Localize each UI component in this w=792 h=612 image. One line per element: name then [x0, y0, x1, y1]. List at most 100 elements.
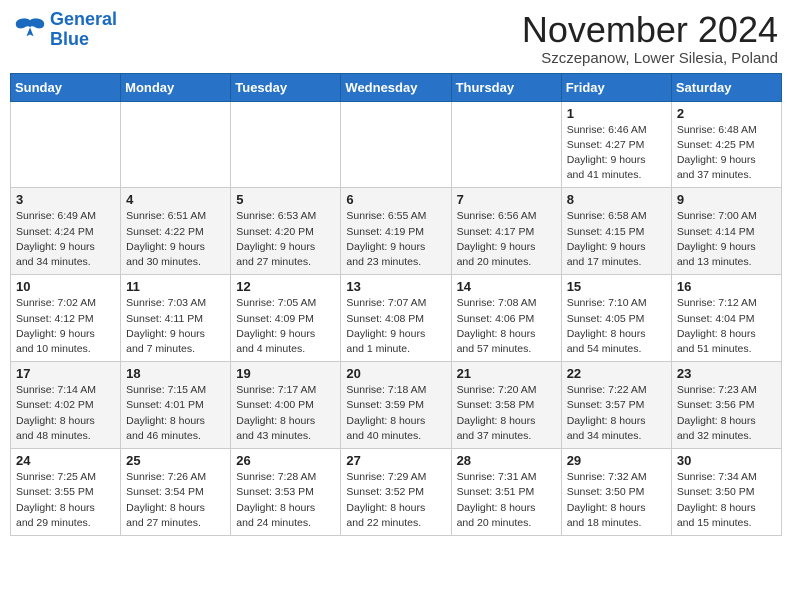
day-cell: 18 Sunrise: 7:15 AMSunset: 4:01 PMDayligh…	[121, 362, 231, 449]
day-info: Sunrise: 7:28 AMSunset: 3:53 PMDaylight:…	[236, 470, 335, 531]
page-header: General Blue November 2024 Szczepanow, L…	[10, 10, 782, 67]
day-cell: 16Sunrise: 7:12 AMSunset: 4:04 PMDayligh…	[671, 275, 781, 362]
day-number: 26	[236, 453, 335, 468]
day-info: Sunrise: 7:23 AMSunset: 3:56 PMDaylight:…	[677, 383, 776, 444]
day-number: 18	[126, 366, 225, 381]
day-cell: 9Sunrise: 7:00 AMSunset: 4:14 PMDaylight…	[671, 188, 781, 275]
day-number: 21	[457, 366, 556, 381]
day-number: 23	[677, 366, 776, 381]
month-title: November 2024	[522, 10, 778, 50]
day-number: 22	[567, 366, 666, 381]
day-number: 10	[16, 279, 115, 294]
day-cell: 23 Sunrise: 7:23 AMSunset: 3:56 PMDayligh…	[671, 362, 781, 449]
day-number: 19	[236, 366, 335, 381]
day-info: Sunrise: 7:29 AMSunset: 3:52 PMDaylight:…	[346, 470, 445, 531]
logo-text: General Blue	[50, 10, 117, 50]
calendar-table: SundayMondayTuesdayWednesdayThursdayFrid…	[10, 73, 782, 536]
day-cell: 5 Sunrise: 6:53 AMSunset: 4:20 PMDaylight…	[231, 188, 341, 275]
day-cell: 17Sunrise: 7:14 AMSunset: 4:02 PMDayligh…	[11, 362, 121, 449]
day-number: 4	[126, 192, 225, 207]
day-info: Sunrise: 7:08 AMSunset: 4:06 PMDaylight:…	[457, 296, 556, 357]
day-info: Sunrise: 7:15 AMSunset: 4:01 PMDaylight:…	[126, 383, 225, 444]
day-info: Sunrise: 6:46 AMSunset: 4:27 PMDaylight:…	[567, 123, 666, 184]
day-cell: 7 Sunrise: 6:56 AMSunset: 4:17 PMDaylight…	[451, 188, 561, 275]
day-number: 27	[346, 453, 445, 468]
day-info: Sunrise: 7:14 AMSunset: 4:02 PMDaylight:…	[16, 383, 115, 444]
day-info: Sunrise: 7:12 AMSunset: 4:04 PMDaylight:…	[677, 296, 776, 357]
day-info: Sunrise: 7:22 AMSunset: 3:57 PMDaylight:…	[567, 383, 666, 444]
day-cell	[11, 101, 121, 188]
week-row-5: 24Sunrise: 7:25 AMSunset: 3:55 PMDayligh…	[11, 449, 782, 536]
day-info: Sunrise: 7:34 AMSunset: 3:50 PMDaylight:…	[677, 470, 776, 531]
weekday-header-wednesday: Wednesday	[341, 73, 451, 101]
day-cell: 4 Sunrise: 6:51 AMSunset: 4:22 PMDaylight…	[121, 188, 231, 275]
week-row-3: 10 Sunrise: 7:02 AMSunset: 4:12 PMDayligh…	[11, 275, 782, 362]
day-cell: 19 Sunrise: 7:17 AMSunset: 4:00 PMDayligh…	[231, 362, 341, 449]
week-row-1: 1 Sunrise: 6:46 AMSunset: 4:27 PMDaylight…	[11, 101, 782, 188]
weekday-header-monday: Monday	[121, 73, 231, 101]
day-info: Sunrise: 6:58 AMSunset: 4:15 PMDaylight:…	[567, 209, 666, 270]
day-info: Sunrise: 7:03 AMSunset: 4:11 PMDaylight:…	[126, 296, 225, 357]
day-number: 13	[346, 279, 445, 294]
day-cell: 11Sunrise: 7:03 AMSunset: 4:11 PMDayligh…	[121, 275, 231, 362]
day-cell: 8 Sunrise: 6:58 AMSunset: 4:15 PMDaylight…	[561, 188, 671, 275]
day-cell: 1 Sunrise: 6:46 AMSunset: 4:27 PMDaylight…	[561, 101, 671, 188]
day-cell: 22 Sunrise: 7:22 AMSunset: 3:57 PMDayligh…	[561, 362, 671, 449]
day-number: 20	[346, 366, 445, 381]
day-cell: 14Sunrise: 7:08 AMSunset: 4:06 PMDayligh…	[451, 275, 561, 362]
weekday-header-thursday: Thursday	[451, 73, 561, 101]
day-info: Sunrise: 6:48 AMSunset: 4:25 PMDaylight:…	[677, 123, 776, 184]
day-info: Sunrise: 7:02 AMSunset: 4:12 PMDaylight:…	[16, 296, 115, 357]
weekday-header-sunday: Sunday	[11, 73, 121, 101]
weekday-header-tuesday: Tuesday	[231, 73, 341, 101]
day-number: 5	[236, 192, 335, 207]
day-cell	[231, 101, 341, 188]
day-info: Sunrise: 6:53 AMSunset: 4:20 PMDaylight:…	[236, 209, 335, 270]
day-cell: 26 Sunrise: 7:28 AMSunset: 3:53 PMDayligh…	[231, 449, 341, 536]
title-block: November 2024 Szczepanow, Lower Silesia,…	[522, 10, 778, 67]
day-cell: 10 Sunrise: 7:02 AMSunset: 4:12 PMDayligh…	[11, 275, 121, 362]
day-number: 2	[677, 106, 776, 121]
day-cell: 27 Sunrise: 7:29 AMSunset: 3:52 PMDayligh…	[341, 449, 451, 536]
day-cell: 2 Sunrise: 6:48 AMSunset: 4:25 PMDaylight…	[671, 101, 781, 188]
day-cell	[121, 101, 231, 188]
week-row-4: 17Sunrise: 7:14 AMSunset: 4:02 PMDayligh…	[11, 362, 782, 449]
day-cell: 21Sunrise: 7:20 AMSunset: 3:58 PMDayligh…	[451, 362, 561, 449]
day-cell: 6 Sunrise: 6:55 AMSunset: 4:19 PMDaylight…	[341, 188, 451, 275]
day-info: Sunrise: 6:56 AMSunset: 4:17 PMDaylight:…	[457, 209, 556, 270]
day-cell: 25Sunrise: 7:26 AMSunset: 3:54 PMDayligh…	[121, 449, 231, 536]
day-info: Sunrise: 7:07 AMSunset: 4:08 PMDaylight:…	[346, 296, 445, 357]
day-info: Sunrise: 7:00 AMSunset: 4:14 PMDaylight:…	[677, 209, 776, 270]
day-number: 7	[457, 192, 556, 207]
logo: General Blue	[14, 10, 117, 50]
logo-icon	[14, 16, 46, 44]
day-info: Sunrise: 6:55 AMSunset: 4:19 PMDaylight:…	[346, 209, 445, 270]
day-info: Sunrise: 7:05 AMSunset: 4:09 PMDaylight:…	[236, 296, 335, 357]
day-number: 6	[346, 192, 445, 207]
day-cell	[451, 101, 561, 188]
day-info: Sunrise: 7:26 AMSunset: 3:54 PMDaylight:…	[126, 470, 225, 531]
day-number: 15	[567, 279, 666, 294]
day-info: Sunrise: 7:17 AMSunset: 4:00 PMDaylight:…	[236, 383, 335, 444]
day-cell: 13 Sunrise: 7:07 AMSunset: 4:08 PMDayligh…	[341, 275, 451, 362]
day-number: 3	[16, 192, 115, 207]
weekday-header-friday: Friday	[561, 73, 671, 101]
day-info: Sunrise: 7:25 AMSunset: 3:55 PMDaylight:…	[16, 470, 115, 531]
day-cell: 20Sunrise: 7:18 AMSunset: 3:59 PMDayligh…	[341, 362, 451, 449]
day-number: 8	[567, 192, 666, 207]
day-number: 29	[567, 453, 666, 468]
day-cell: 15Sunrise: 7:10 AMSunset: 4:05 PMDayligh…	[561, 275, 671, 362]
day-cell: 24Sunrise: 7:25 AMSunset: 3:55 PMDayligh…	[11, 449, 121, 536]
week-row-2: 3 Sunrise: 6:49 AMSunset: 4:24 PMDaylight…	[11, 188, 782, 275]
weekday-header-saturday: Saturday	[671, 73, 781, 101]
day-cell: 12Sunrise: 7:05 AMSunset: 4:09 PMDayligh…	[231, 275, 341, 362]
day-info: Sunrise: 7:31 AMSunset: 3:51 PMDaylight:…	[457, 470, 556, 531]
day-cell	[341, 101, 451, 188]
day-cell: 3 Sunrise: 6:49 AMSunset: 4:24 PMDaylight…	[11, 188, 121, 275]
day-number: 30	[677, 453, 776, 468]
weekday-header-row: SundayMondayTuesdayWednesdayThursdayFrid…	[11, 73, 782, 101]
day-info: Sunrise: 6:51 AMSunset: 4:22 PMDaylight:…	[126, 209, 225, 270]
day-cell: 30 Sunrise: 7:34 AMSunset: 3:50 PMDayligh…	[671, 449, 781, 536]
day-number: 1	[567, 106, 666, 121]
day-info: Sunrise: 6:49 AMSunset: 4:24 PMDaylight:…	[16, 209, 115, 270]
